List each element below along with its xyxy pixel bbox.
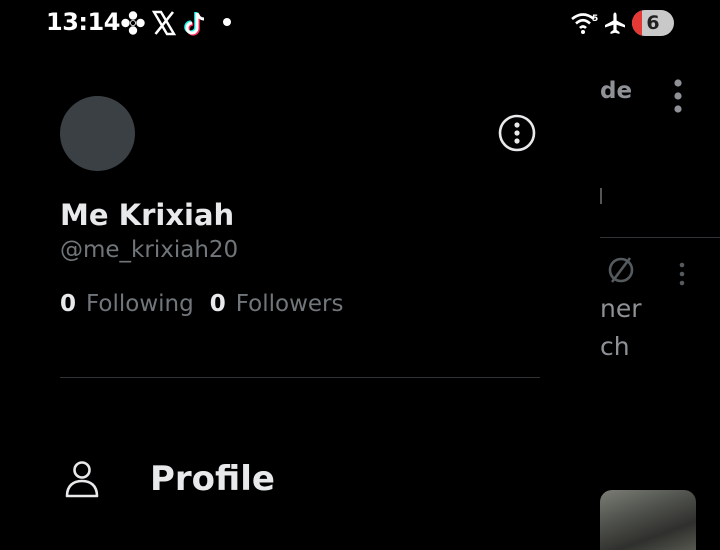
background-post-more-icon[interactable]	[678, 262, 686, 286]
background-post-thumbnail[interactable]	[600, 490, 696, 550]
nav-item-profile[interactable]: Profile	[60, 453, 460, 513]
battery-level: 6	[646, 12, 660, 34]
more-notifications-dot	[223, 18, 231, 26]
person-icon	[65, 461, 99, 498]
wifi-icon: 5	[571, 13, 598, 34]
followers-count: 0	[209, 291, 226, 317]
background-divider	[600, 237, 720, 238]
followers-link[interactable]: 0 Followers	[210, 291, 344, 317]
user-handle: @me_krixiah20	[60, 237, 239, 263]
status-time: 13:14	[46, 8, 120, 36]
navigation-drawer: Me Krixiah @me_krixiah20 0 Following 0 F…	[0, 48, 600, 535]
background-tab-indicator	[600, 188, 602, 204]
battery-indicator: 6	[632, 10, 674, 36]
background-more-vertical-icon[interactable]	[670, 76, 686, 116]
nav-item-label: Profile	[150, 459, 275, 499]
background-tab-label: de	[600, 78, 633, 104]
x-logo-icon	[152, 10, 176, 36]
no-symbol-icon	[608, 257, 634, 283]
following-link[interactable]: 0 Following	[60, 291, 194, 317]
airplane-mode-icon	[605, 12, 625, 34]
following-count: 0	[60, 291, 77, 317]
display-name: Me Krixiah	[60, 198, 235, 232]
tiktok-icon	[184, 12, 205, 36]
pinwheel-icon	[121, 11, 145, 35]
account-options-button[interactable]	[498, 114, 536, 152]
avatar[interactable]	[60, 96, 135, 171]
status-bar: 13:14 5 6	[0, 0, 720, 48]
following-label: Following	[86, 291, 194, 317]
background-post-text-1: ner	[600, 294, 642, 323]
background-post-text-2: ch	[600, 332, 630, 361]
background-timeline: de ner ch	[600, 48, 720, 550]
svg-text:5: 5	[592, 14, 598, 24]
followers-label: Followers	[235, 291, 344, 317]
drawer-divider	[60, 377, 540, 378]
follow-stats: 0 Following 0 Followers	[60, 291, 359, 317]
